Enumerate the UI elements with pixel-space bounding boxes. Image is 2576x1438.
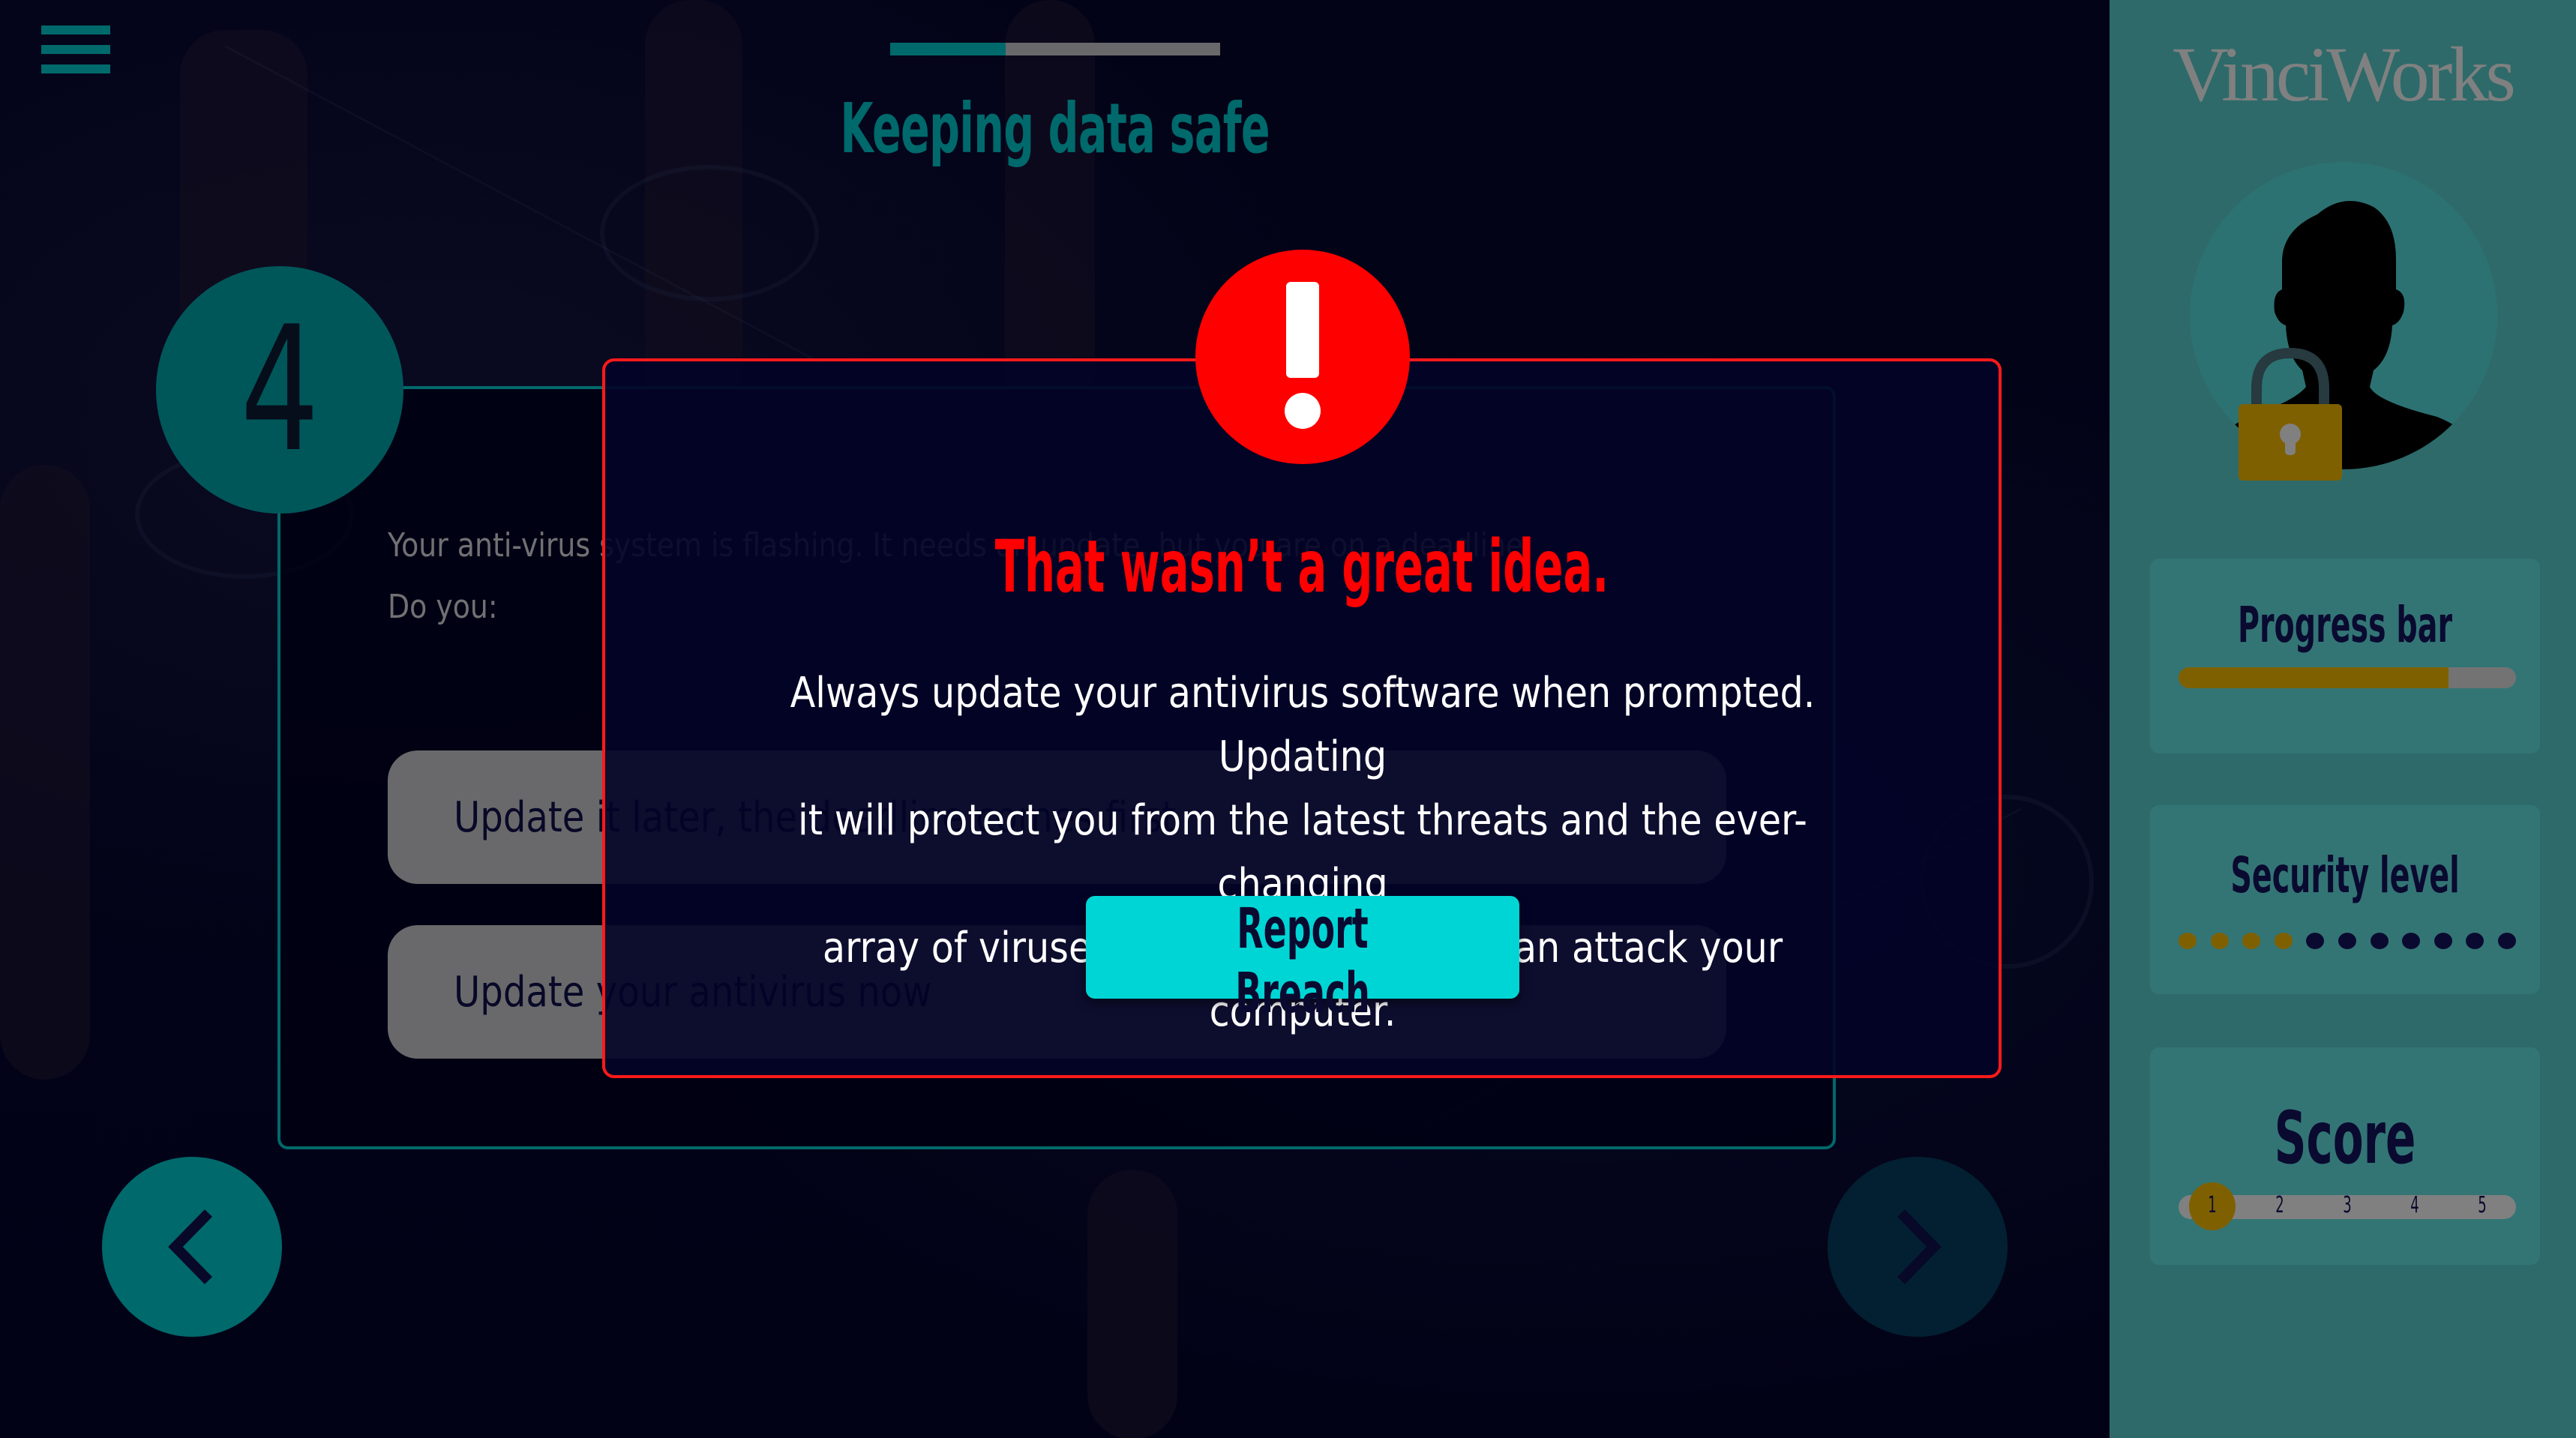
- security-dot-empty: [2497, 933, 2516, 949]
- score-track: 1 2 3 4 5: [2179, 1182, 2516, 1230]
- score-step-2: 2: [2275, 1192, 2284, 1218]
- report-breach-label: Report Breach: [1235, 897, 1370, 1026]
- report-breach-button[interactable]: Report Breach: [1086, 896, 1519, 1026]
- progress-label: Progress bar: [2237, 596, 2453, 654]
- vinciworks-logo: VinciWorks: [2173, 31, 2516, 118]
- security-dot-empty: [2434, 933, 2452, 949]
- security-dot-empty: [2306, 933, 2325, 949]
- score-step-3: 3: [2343, 1192, 2352, 1218]
- security-label: Security level: [2230, 846, 2460, 904]
- overall-progress-fill: [2179, 667, 2449, 688]
- security-dot-filled: [2210, 933, 2229, 949]
- security-panel: Security level: [2150, 805, 2540, 994]
- security-dot-empty: [2370, 933, 2389, 949]
- security-dot-empty: [2338, 933, 2356, 949]
- security-dot-filled: [2242, 933, 2261, 949]
- security-dot-empty: [2402, 933, 2421, 949]
- score-step-1: 1: [2208, 1192, 2217, 1218]
- security-dot-filled: [2179, 933, 2197, 949]
- progress-panel: Progress bar: [2150, 559, 2540, 753]
- security-dot-filled: [2274, 933, 2293, 949]
- exclamation-glyph: [1285, 282, 1321, 429]
- score-step-5: 5: [2478, 1192, 2487, 1218]
- exclamation-icon: [1195, 250, 1410, 464]
- user-silhouette-icon: [2190, 162, 2497, 469]
- score-panel: Score 1 2 3 4 5: [2150, 1047, 2540, 1265]
- avatar-silhouette: [2190, 201, 2497, 469]
- security-dot-empty: [2466, 933, 2485, 949]
- score-step-4: 4: [2410, 1192, 2419, 1218]
- score-label: Score: [2274, 1096, 2416, 1180]
- padlock-icon: [2239, 347, 2342, 481]
- feedback-line: Always update your antivirus software wh…: [790, 669, 1816, 781]
- security-level-dots: [2179, 933, 2516, 949]
- overall-progress-bar: [2179, 667, 2516, 688]
- feedback-title: That wasn’t a great idea.: [994, 525, 1609, 609]
- feedback-modal: That wasn’t a great idea. Always update …: [602, 358, 2002, 1078]
- game-stage: Keeping data safe 4 Your anti-virus syst…: [0, 0, 2110, 1438]
